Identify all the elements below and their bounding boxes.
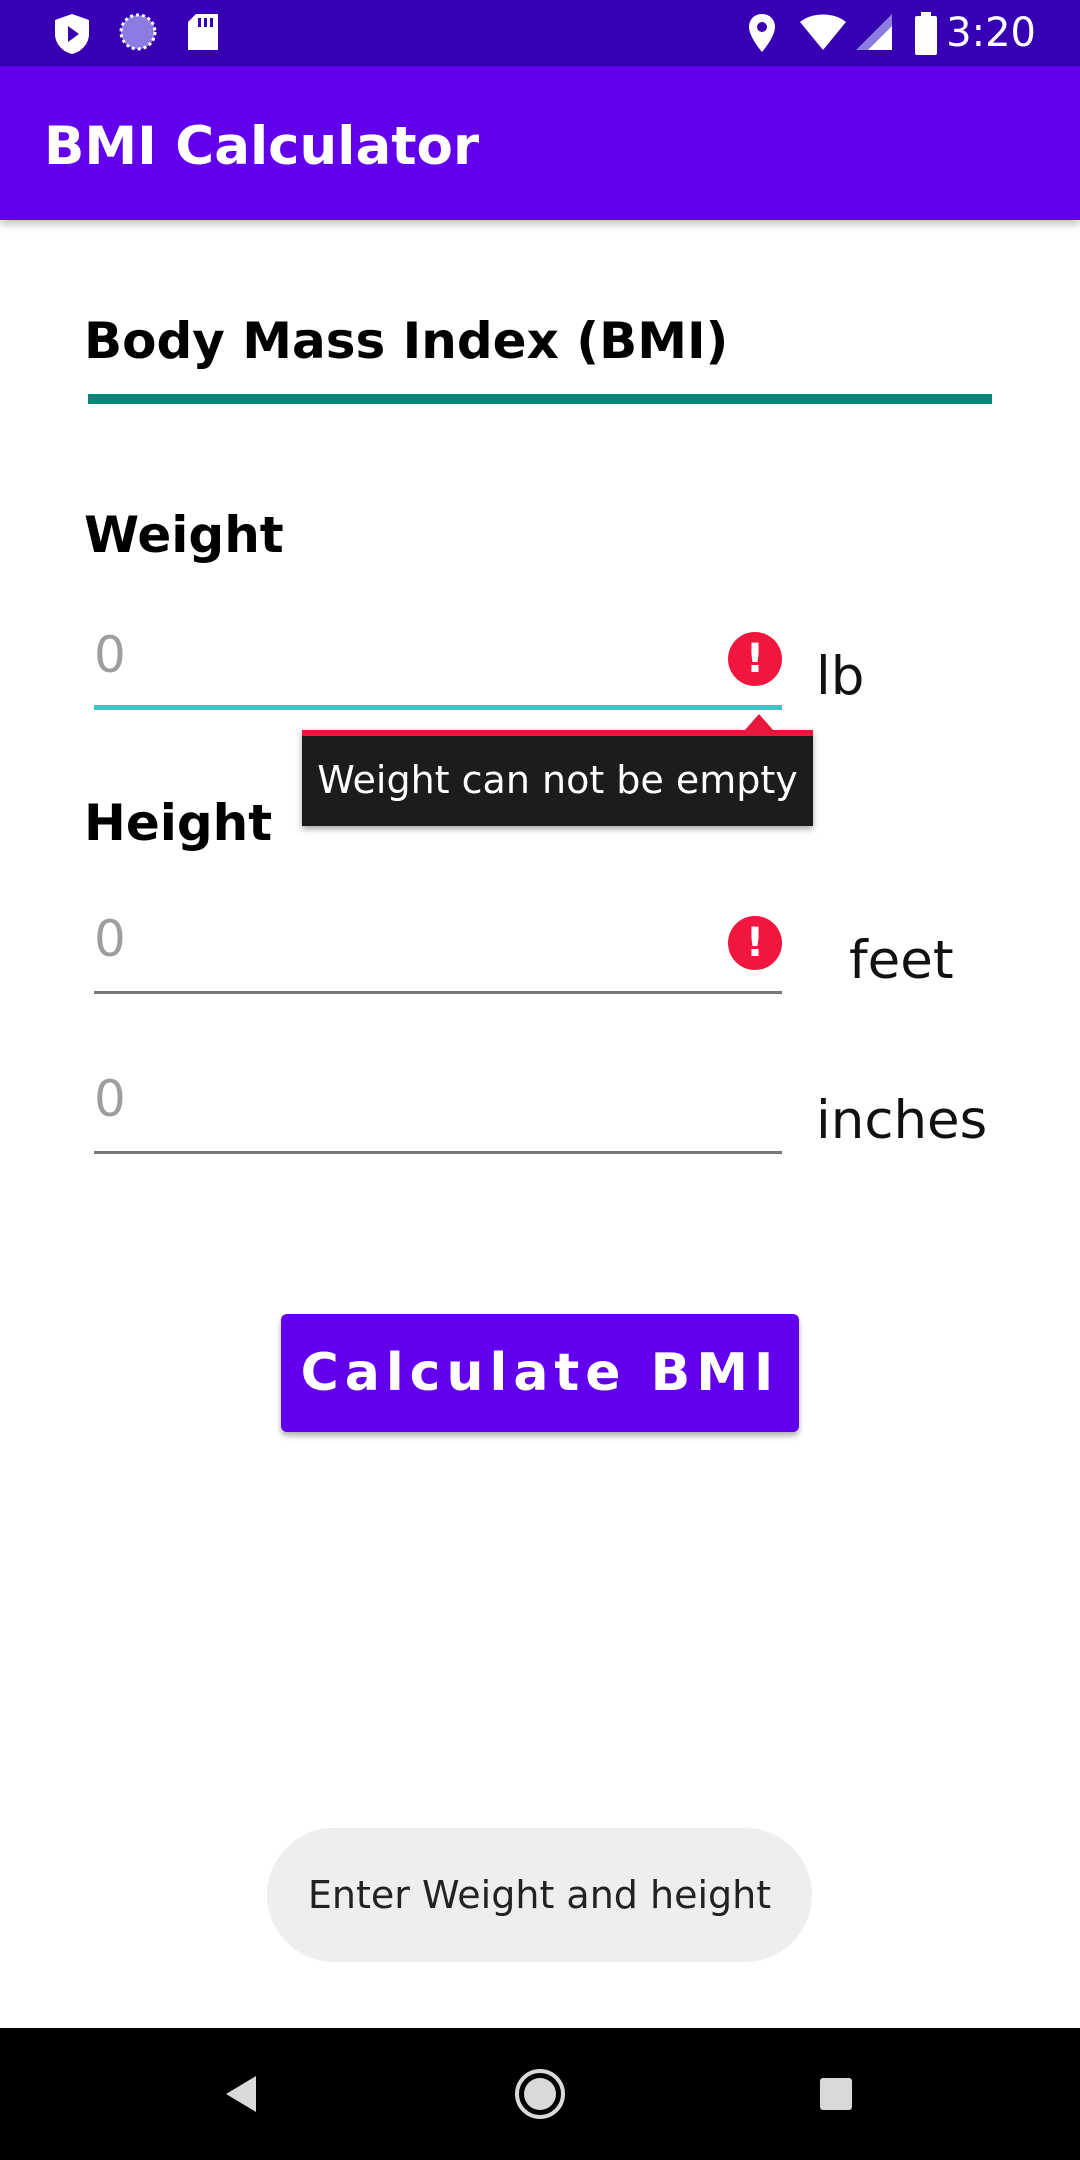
calculate-bmi-button[interactable]: Calculate BMI — [281, 1314, 799, 1432]
app-title: BMI Calculator — [44, 116, 480, 177]
wifi-icon — [798, 12, 848, 57]
weight-error-message: Weight can not be empty — [317, 758, 798, 802]
section-title: Body Mass Index (BMI) — [84, 312, 729, 370]
weight-label: Weight — [84, 506, 284, 564]
error-icon: ! — [728, 632, 782, 686]
sd-card-icon — [186, 12, 220, 57]
shield-play-icon — [52, 12, 92, 61]
navigation-bar — [0, 2028, 1080, 2160]
feet-input[interactable]: 0 ! — [94, 906, 782, 994]
loading-circle-icon — [118, 12, 158, 57]
toast-message: Enter Weight and height — [267, 1828, 812, 1962]
error-icon: ! — [728, 916, 782, 970]
weight-unit: lb — [816, 646, 865, 707]
title-divider — [88, 394, 992, 404]
feet-input-underline — [94, 991, 782, 994]
height-label: Height — [84, 794, 273, 852]
inches-unit: inches — [816, 1090, 988, 1151]
location-icon — [746, 12, 778, 59]
status-bar: 3:20 — [0, 0, 1080, 66]
feet-unit: feet — [849, 930, 954, 991]
home-icon[interactable] — [480, 2028, 600, 2160]
recents-icon[interactable] — [776, 2028, 896, 2160]
weight-placeholder: 0 — [94, 626, 126, 684]
signal-icon — [854, 12, 894, 57]
inches-placeholder: 0 — [94, 1070, 126, 1128]
weight-error-popup: Weight can not be empty — [302, 714, 813, 826]
app-bar: BMI Calculator — [0, 66, 1080, 220]
error-popup-arrow — [745, 714, 773, 730]
weight-input[interactable]: 0 ! — [94, 622, 782, 710]
inches-input-underline — [94, 1151, 782, 1154]
clock: 3:20 — [946, 10, 1036, 56]
battery-icon — [914, 12, 938, 61]
inches-input[interactable]: 0 — [94, 1066, 782, 1154]
weight-input-underline — [94, 705, 782, 710]
feet-placeholder: 0 — [94, 910, 126, 968]
back-icon[interactable] — [182, 2028, 302, 2160]
